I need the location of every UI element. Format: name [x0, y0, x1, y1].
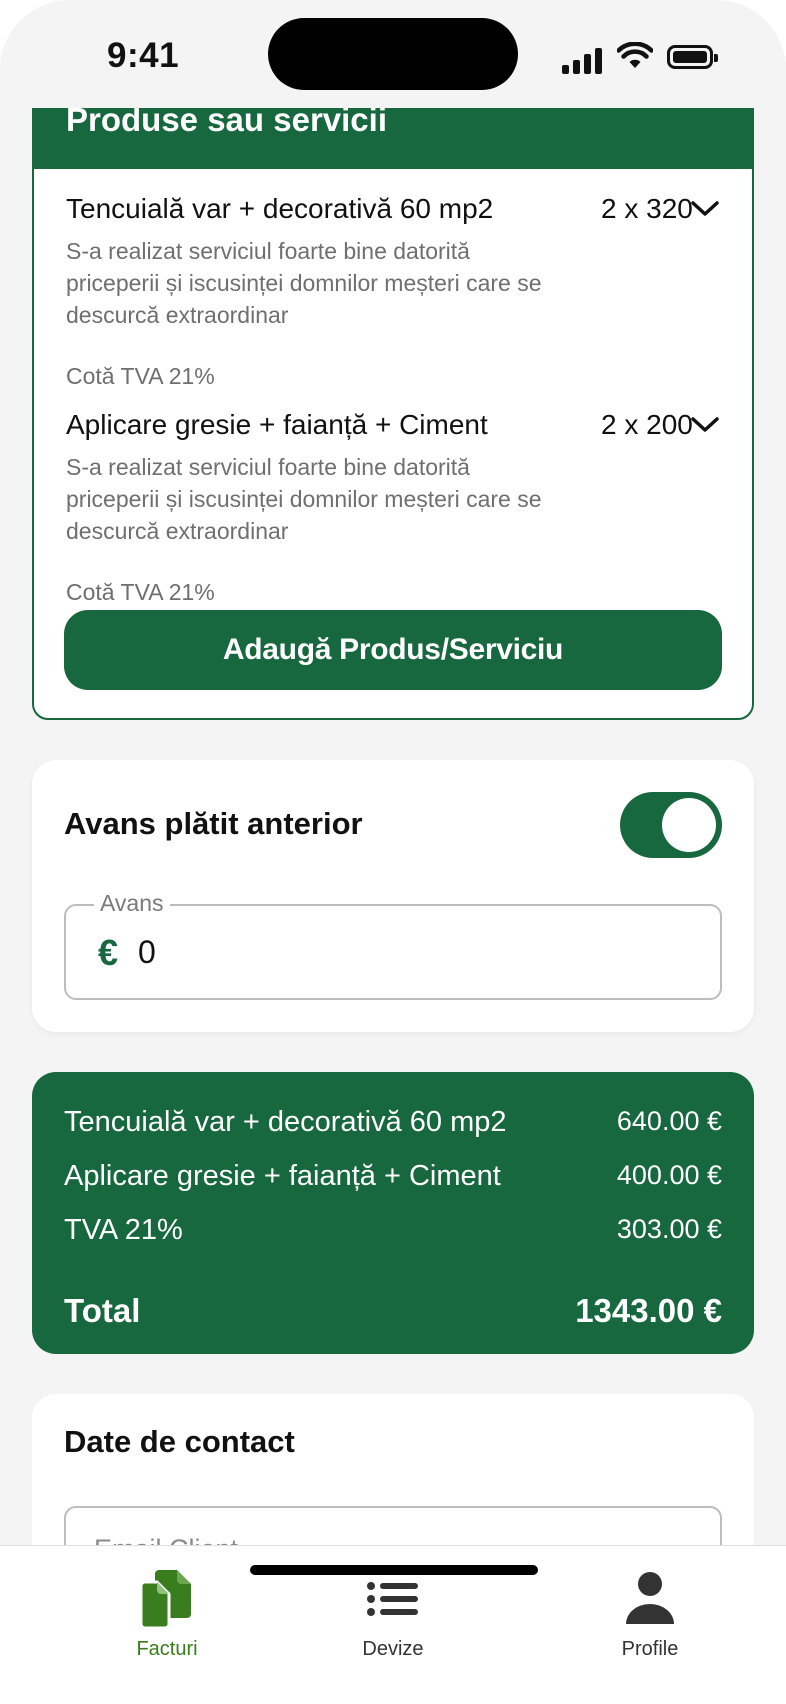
advance-value[interactable]: 0	[138, 934, 156, 971]
product-quantity: 2 x 200	[601, 409, 693, 440]
total-value: 1343.00 €	[575, 1292, 722, 1329]
chevron-down-icon[interactable]	[690, 415, 720, 435]
product-item[interactable]: Aplicare gresie + faianță + Ciment 2 x 2…	[66, 409, 726, 605]
summary-row-value: 640.00 €	[616, 1106, 722, 1136]
dynamic-island	[268, 18, 518, 90]
home-indicator[interactable]	[250, 1565, 538, 1575]
nav-label: Profile	[621, 1638, 679, 1660]
status-time: 9:41	[107, 36, 180, 75]
summary-total-row: Total 1343.00 €	[64, 1292, 722, 1332]
summary-card: Tencuială var + decorativă 60 mp2 640.00…	[32, 1072, 754, 1354]
total-label: Total	[64, 1292, 141, 1329]
product-vat: Cotă TVA 21%	[66, 579, 215, 605]
summary-row-value: 303.00 €	[616, 1214, 722, 1244]
nav-label: Devize	[362, 1638, 424, 1660]
summary-row-label: TVA 21%	[64, 1214, 183, 1246]
advance-field-label: Avans	[94, 890, 170, 917]
nav-label: Facturi	[136, 1638, 198, 1660]
contact-title: Date de contact	[64, 1424, 295, 1459]
product-title: Aplicare gresie + faianță + Ciment	[66, 409, 488, 440]
battery-icon	[667, 45, 718, 69]
summary-row: TVA 21% 303.00 €	[64, 1214, 722, 1254]
person-icon	[626, 1572, 674, 1624]
advance-title: Avans plătit anterior	[64, 806, 363, 841]
advance-input[interactable]: Avans € 0	[64, 890, 722, 1000]
euro-icon: €	[98, 932, 119, 973]
wifi-icon	[617, 42, 653, 68]
nav-item-profile[interactable]: Profile	[550, 1546, 750, 1676]
list-icon	[367, 1582, 418, 1616]
phone-screen: 9:41 Produse sau servicii Tencuială var …	[0, 0, 786, 1704]
add-product-button[interactable]: Adaugă Produs/Serviciu	[64, 610, 722, 690]
toggle-knob	[662, 798, 716, 852]
cellular-signal-icon	[562, 44, 606, 74]
documents-icon	[139, 1570, 191, 1630]
product-vat: Cotă TVA 21%	[66, 363, 215, 389]
summary-row-label: Tencuială var + decorativă 60 mp2	[64, 1106, 507, 1138]
product-description: S-a realizat serviciul foarte bine dator…	[66, 454, 542, 544]
products-card: Produse sau servicii Tencuială var + dec…	[32, 60, 754, 720]
nav-item-facturi[interactable]: Facturi	[67, 1546, 267, 1676]
product-item[interactable]: Tencuială var + decorativă 60 mp2 2 x 32…	[66, 193, 726, 389]
status-bar: 9:41	[0, 0, 786, 108]
advance-toggle[interactable]	[620, 792, 722, 858]
product-description: S-a realizat serviciul foarte bine dator…	[66, 238, 542, 328]
advance-card: Avans plătit anterior Avans € 0	[32, 760, 754, 1032]
summary-row: Aplicare gresie + faianță + Ciment 400.0…	[64, 1160, 722, 1200]
product-quantity: 2 x 320	[601, 193, 693, 224]
summary-row-value: 400.00 €	[616, 1160, 722, 1190]
product-title: Tencuială var + decorativă 60 mp2	[66, 193, 494, 224]
chevron-down-icon[interactable]	[690, 199, 720, 219]
summary-row-label: Aplicare gresie + faianță + Ciment	[64, 1160, 501, 1192]
summary-row: Tencuială var + decorativă 60 mp2 640.00…	[64, 1106, 722, 1146]
